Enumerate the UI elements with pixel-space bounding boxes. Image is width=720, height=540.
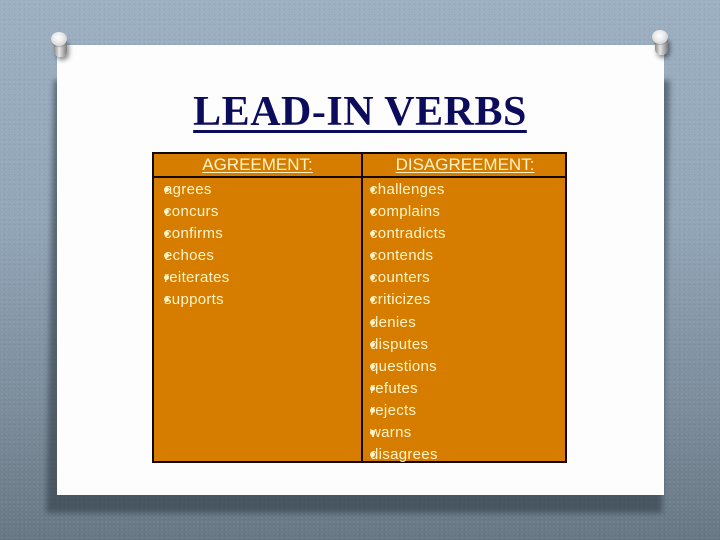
verb-text: contends [370, 247, 434, 265]
verb-text: disputes [370, 335, 429, 353]
header-divider [154, 176, 565, 178]
disagreement-list-item: contradicts [370, 224, 560, 246]
verb-text: echoes [164, 247, 215, 265]
verb-text: challenges [370, 181, 445, 198]
verb-text: reiterates [164, 269, 230, 287]
agreement-list: agrees concurs confirms echoes reiterates sup… [164, 180, 354, 313]
verb-text: questions [370, 357, 437, 375]
disagreement-list-item: disagrees [370, 445, 560, 467]
agreement-list-item: agrees [164, 180, 354, 202]
disagreement-list-item: rejects [370, 401, 560, 423]
verb-text: agrees [164, 181, 212, 198]
disagreement-list-item: counters [370, 268, 560, 290]
disagreement-list-item: contends [370, 246, 560, 268]
agreement-list-item: concurs [164, 202, 354, 224]
agreement-list-item: echoes [164, 246, 354, 268]
disagreement-header: DISAGREEMENT: [395, 155, 535, 174]
verb-text: counters [370, 269, 430, 287]
verb-text: confirms [164, 225, 224, 243]
verb-text: supports [164, 291, 224, 309]
disagreement-list-item: questions [370, 357, 560, 379]
disagreement-list-item: refutes [370, 379, 560, 401]
agreement-list-item: reiterates [164, 268, 354, 290]
column-divider [361, 154, 363, 461]
verb-text: rejects [370, 401, 417, 419]
verb-text: refutes [370, 379, 418, 397]
verb-text: contradicts [370, 225, 446, 243]
agreement-list-item: confirms [164, 224, 354, 246]
disagreement-list-item: criticizes [370, 290, 560, 312]
slide-title: LEAD-IN VERBS [193, 89, 527, 135]
disagreement-list-item: warns [370, 423, 560, 445]
disagreement-list-item: complains [370, 202, 560, 224]
verb-text: disagrees [370, 446, 438, 464]
disagreement-list-item: denies [370, 313, 560, 335]
verb-text: concurs [164, 203, 219, 221]
agreement-list-item: supports [164, 290, 354, 312]
agreement-header: AGREEMENT: [202, 155, 313, 174]
disagreement-list-item: challenges [370, 180, 560, 202]
verb-text: denies [370, 313, 417, 331]
push-pin-icon [652, 30, 670, 56]
verb-text: warns [370, 424, 412, 442]
verb-text: complains [370, 203, 441, 221]
push-pin-icon [51, 32, 69, 58]
verb-text: criticizes [370, 291, 431, 309]
verbs-table: AGREEMENT: DISAGREEMENT: agrees concurs co… [152, 152, 567, 463]
disagreement-list-item: disputes [370, 335, 560, 357]
disagreement-list: challenges complains contradicts contends co… [370, 180, 560, 467]
